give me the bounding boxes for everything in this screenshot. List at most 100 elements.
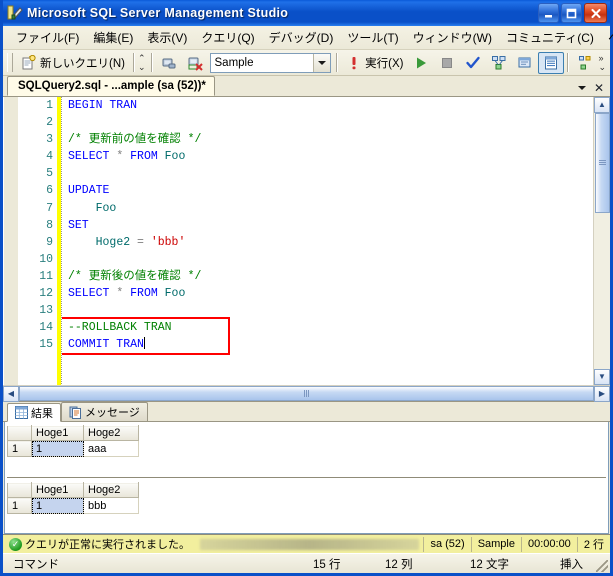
new-query-icon [21,54,37,71]
cell-hoge2[interactable]: aaa [83,440,139,457]
display-estimated-plan-button[interactable] [486,52,512,74]
code-token: SELECT [68,150,110,164]
tab-messages-label: メッセージ [85,407,140,419]
ssms-main-window: Microsoft SQL Server Management Studio フ… [0,0,613,576]
code-line: Foo [68,200,593,217]
disconnect-button[interactable] [182,52,208,74]
column-header-hoge1[interactable]: Hoge1 [31,425,84,441]
tab-results[interactable]: 結果 [7,403,61,422]
table-row[interactable]: 1 1 bbb [7,497,139,514]
menu-view[interactable]: 表示(V) [140,26,194,49]
minimize-button[interactable] [538,3,559,23]
menu-bar: ファイル(F) 編集(E) 表示(V) クエリ(Q) デバッグ(D) ツール(T… [3,26,613,50]
toolbar-overflow-1[interactable]: ⌃ ⌄ [138,53,146,73]
grid-empty-area [7,514,606,533]
code-line: COMMIT TRAN [68,336,593,353]
row-number[interactable]: 1 [7,497,32,514]
cell-hoge1[interactable]: 1 [31,497,84,514]
menu-window[interactable]: ウィンドウ(W) [406,26,499,49]
execute-bang-icon [346,55,362,71]
column-header-hoge2[interactable]: Hoge2 [83,425,139,441]
line-number: 13 [39,304,53,318]
code-line: SET [68,217,593,234]
query-options-button[interactable] [512,52,538,74]
row-number[interactable]: 1 [7,440,32,457]
editor-vertical-scrollbar[interactable]: ▲ ▼ [593,97,610,385]
scroll-up-button[interactable]: ▲ [594,97,610,113]
code-token: Foo [95,201,117,215]
menu-file[interactable]: ファイル(F) [9,26,86,49]
editor-selection-margin[interactable] [4,97,19,385]
code-token: SET [68,218,89,232]
scroll-down-button[interactable]: ▼ [594,369,610,385]
code-line: SELECT * FROM Foo [68,148,593,165]
title-bar: Microsoft SQL Server Management Studio [3,0,610,26]
execute-button[interactable]: 実行(X) [341,52,408,74]
result-table: Hoge1 Hoge2 1 1 bbb [7,482,139,514]
row-header-corner[interactable] [7,482,32,498]
column-header-hoge1[interactable]: Hoge1 [31,482,84,498]
document-tab-label: SQLQuery2.sql - ...ample (sa (52))* [18,80,206,92]
new-query-button[interactable]: 新しいクエリ(N) [16,52,130,74]
document-tab-sqlquery2[interactable]: SQLQuery2.sql - ...ample (sa (52))* [7,76,215,96]
menu-community[interactable]: コミュニティ(C) [499,26,601,49]
line-number: 5 [46,167,53,181]
line-number: 9 [46,235,53,249]
menu-query[interactable]: クエリ(Q) [194,26,261,49]
database-value: Sample [214,56,254,69]
scroll-right-button[interactable]: ▶ [594,385,610,402]
results-to-grid-button[interactable] [538,51,565,74]
results-grids-container[interactable]: Hoge1 Hoge2 1 1 aaa Hoge1 Hoge2 1 1 bbb [4,422,609,534]
line-number: 10 [39,252,53,266]
stop-icon [439,55,455,71]
database-combobox[interactable]: Sample [209,52,332,73]
line-number: 4 [46,150,53,164]
close-button[interactable] [584,3,607,23]
row-header-corner[interactable] [7,425,32,441]
tab-messages[interactable]: メッセージ [61,402,148,421]
scroll-left-button[interactable]: ◀ [3,385,19,402]
code-line: BEGIN TRAN [68,97,593,114]
column-header-hoge2[interactable]: Hoge2 [83,482,139,498]
chevron-left-icon: ◀ [7,388,15,398]
cell-hoge1[interactable]: 1 [31,440,84,457]
result-grid-1[interactable]: Hoge1 Hoge2 1 1 aaa [7,425,606,478]
chevron-down-icon[interactable] [577,86,586,90]
maximize-button[interactable] [561,3,582,23]
include-actual-plan-button[interactable] [572,52,598,74]
vertical-scroll-thumb[interactable] [594,113,610,213]
code-line: /* 更新前の値を確認 */ [68,131,593,148]
code-line: SELECT * FROM Foo [68,285,593,302]
horizontal-scroll-thumb[interactable] [19,386,594,401]
stop-button[interactable] [434,52,460,74]
editor-horizontal-scrollbar[interactable]: ◀ ▶ [3,385,610,402]
menu-help[interactable]: ヘルプ(H) [601,26,613,49]
database-dropdown-arrow[interactable] [313,53,331,72]
success-icon: ✓ [9,537,22,551]
window-controls [538,3,607,23]
connect-button[interactable] [156,52,182,74]
toolbar-overflow-2[interactable]: » ⌄ [598,53,606,73]
status-mode: コマンド [13,558,59,571]
table-header-row: Hoge1 Hoge2 [7,425,139,441]
window-resize-grip[interactable] [596,560,608,572]
connect-object-explorer-icon [161,55,177,71]
debug-button[interactable] [408,52,434,74]
menu-tools[interactable]: ツール(T) [340,26,405,49]
tab-bar-controls: ✕ [577,82,610,96]
menu-debug[interactable]: デバッグ(D) [262,26,341,49]
query-status-bar: ✓ クエリが正常に実行されました。 sa (52) Sample 00:00:0… [3,534,610,553]
tab-results-label: 結果 [31,407,53,420]
ssms-icon [7,5,23,21]
parse-button[interactable] [460,52,486,74]
line-number: 2 [46,116,53,130]
result-grid-2[interactable]: Hoge1 Hoge2 1 1 bbb [7,482,606,533]
close-icon[interactable]: ✕ [594,82,604,94]
menu-edit[interactable]: 編集(E) [86,26,140,49]
code-text-area[interactable]: BEGIN TRAN /* 更新前の値を確認 */SELECT * FROM F… [62,97,593,385]
cell-hoge2[interactable]: bbb [83,497,139,514]
code-token: /* 更新後の値を確認 */ [68,269,202,283]
table-row[interactable]: 1 1 aaa [7,440,139,457]
toolbar-grip[interactable] [7,53,13,72]
